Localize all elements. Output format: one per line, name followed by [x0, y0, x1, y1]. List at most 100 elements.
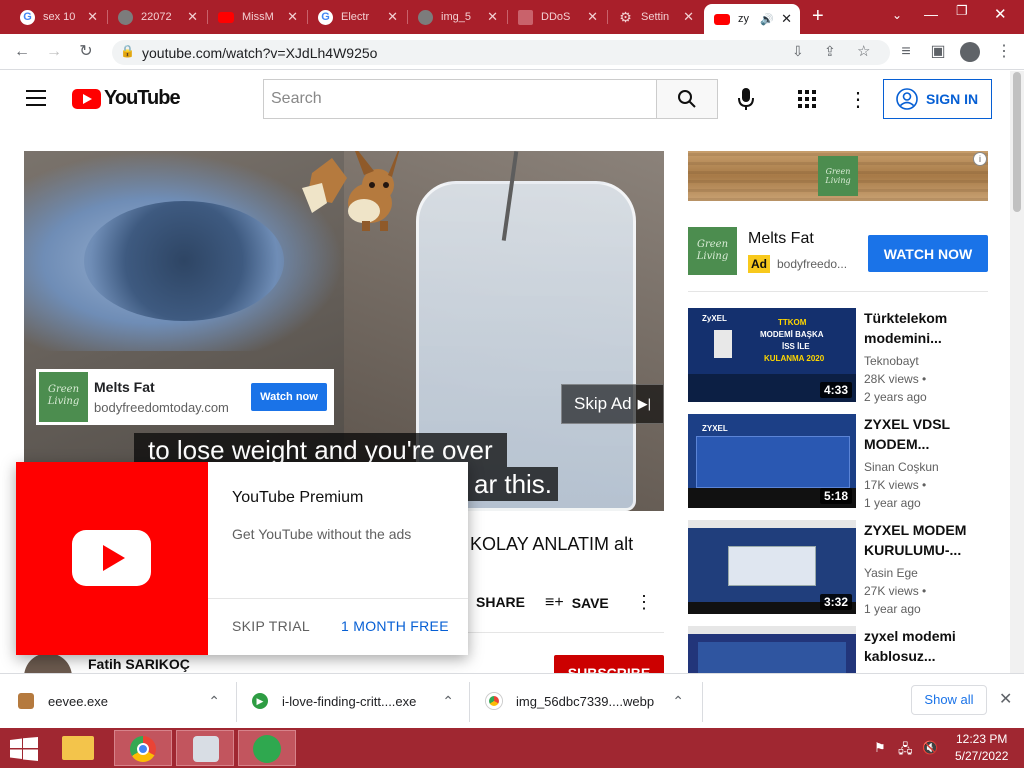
related-video-title[interactable]: ZYXEL MODEM KURULUMU-... [864, 520, 988, 560]
new-tab-button[interactable]: + [812, 5, 824, 28]
clock-time[interactable]: 12:23 PM [956, 732, 1007, 746]
reading-list-icon[interactable]: ≡ [896, 42, 916, 62]
chrome-taskbar[interactable] [114, 730, 172, 766]
side-ad-logo[interactable]: Green Living [688, 227, 737, 275]
side-panel-icon[interactable]: ▣ [928, 42, 948, 62]
file-explorer-taskbar[interactable] [50, 730, 108, 766]
related-video-title[interactable]: zyxel modemi kablosuz... [864, 626, 988, 666]
back-icon[interactable]: ← [12, 42, 32, 62]
related-video-title[interactable]: Türktelekom modemini... [864, 308, 988, 348]
show-all-button[interactable]: Show all [911, 685, 987, 715]
close-tab-icon[interactable]: ✕ [187, 9, 198, 25]
browser-tab-5[interactable]: img_5 ✕ [408, 4, 506, 30]
browser-tab-3[interactable]: MissM ✕ [208, 4, 306, 30]
tab-search-icon[interactable]: ⌄ [892, 8, 902, 22]
chevron-up-icon[interactable]: ⌃ [442, 693, 454, 710]
video-player[interactable]: Green Living Melts Fat bodyfreedomtoday.… [24, 151, 664, 511]
windows-start-icon[interactable] [10, 737, 38, 761]
settings-kebab-icon[interactable]: ⋮ [848, 87, 868, 112]
browser-tab-7[interactable]: ⚙ Settin ✕ [608, 4, 702, 30]
clock-date[interactable]: 5/27/2022 [955, 749, 1008, 763]
ad-info-icon[interactable]: i [973, 152, 987, 166]
ad-watch-now-button[interactable]: Watch now [251, 383, 327, 411]
address-bar[interactable]: 🔒 youtube.com/watch?v=XJdLh4W925o ⇩ ⇪ ☆ [112, 40, 890, 65]
share-icon[interactable]: ⇪ [824, 43, 836, 60]
channel-name[interactable]: Fatih SARIKOÇ [88, 656, 190, 672]
forward-icon[interactable]: → [44, 42, 64, 62]
install-icon[interactable]: ⇩ [792, 43, 804, 60]
download-item[interactable]: eevee.exe ⌃ [18, 674, 234, 728]
download-item[interactable]: img_56dbc7339....webp ⌃ [486, 674, 698, 728]
upload-age: 1 year ago [864, 496, 921, 510]
sign-in-button[interactable]: SIGN IN [883, 79, 992, 119]
close-tab-icon[interactable]: ✕ [587, 9, 598, 25]
reload-icon[interactable]: ↻ [76, 42, 96, 62]
video-thumbnail[interactable]: 3:32 [688, 520, 856, 614]
video-thumbnail[interactable]: ZyXEL TTKOM MODEMİ BAŞKA İSS İLE KULANMA… [688, 308, 856, 402]
close-window-button[interactable]: ✕ [994, 5, 1007, 23]
action-center-flag-icon[interactable]: ⚑ [874, 740, 886, 756]
microphone-icon[interactable] [738, 87, 754, 111]
search-input[interactable]: Search [263, 79, 656, 119]
close-tab-icon[interactable]: ✕ [387, 9, 398, 25]
scrollbar-thumb[interactable] [1013, 72, 1021, 212]
minimize-button[interactable]: — [924, 6, 938, 22]
search-button[interactable] [656, 79, 718, 119]
browser-tab-2[interactable]: 22072 ✕ [108, 4, 206, 30]
related-video[interactable]: ZYXEL 5:18 ZYXEL VDSL MODEM... Sinan Coş… [688, 414, 988, 510]
hamburger-menu-icon[interactable] [26, 90, 46, 106]
side-ad-title[interactable]: Melts Fat [748, 230, 814, 248]
save-button[interactable]: ≡+ SAVE [545, 594, 609, 612]
menu-kebab-icon[interactable]: ⋮ [994, 42, 1014, 62]
tab-title: Settin [641, 11, 670, 23]
browser-tab-6[interactable]: DDoS ✕ [508, 4, 606, 30]
apps-grid-icon[interactable] [798, 90, 816, 108]
related-video[interactable]: ZyXEL TTKOM MODEMİ BAŞKA İSS İLE KULANMA… [688, 308, 988, 404]
related-video[interactable]: 3:32 ZYXEL MODEM KURULUMU-... Yasin Ege … [688, 520, 988, 616]
download-item[interactable]: ▶ i-love-finding-critt....exe ⌃ [252, 674, 468, 728]
video-ad-overlay[interactable]: Green Living Melts Fat bodyfreedomtoday.… [36, 369, 334, 425]
close-tab-icon[interactable]: ✕ [781, 11, 792, 27]
youtube-logo[interactable]: YouTube [72, 87, 181, 110]
video-thumbnail[interactable]: ZYXEL 5:18 [688, 414, 856, 508]
game-taskbar[interactable] [238, 730, 296, 766]
speaker-icon[interactable]: 🔊 [760, 13, 774, 26]
more-actions-icon[interactable]: ⋮ [635, 592, 653, 613]
video-thumbnail[interactable] [688, 626, 856, 673]
month-free-button[interactable]: 1 MONTH FREE [341, 618, 449, 634]
thumb-browser-bar [688, 520, 856, 528]
channel-name[interactable]: Yasin Ege [864, 566, 918, 580]
close-tab-icon[interactable]: ✕ [683, 9, 694, 25]
restore-button[interactable]: ❐ [956, 3, 968, 19]
channel-name[interactable]: Teknobayt [864, 354, 919, 368]
close-tab-icon[interactable]: ✕ [87, 9, 98, 25]
close-download-bar-icon[interactable]: ✕ [999, 689, 1012, 709]
profile-icon[interactable] [960, 42, 980, 62]
url-text[interactable]: youtube.com/watch?v=XJdLh4W925o [142, 45, 377, 61]
banner-ad[interactable]: Green Living i [688, 151, 988, 201]
browser-tab-1[interactable]: G sex 10 ✕ [10, 4, 106, 30]
sidebar-divider [688, 291, 988, 292]
thumb-text: TTKOM [778, 318, 807, 327]
browser-tab-4[interactable]: G Electr ✕ [308, 4, 406, 30]
skip-ad-button[interactable]: Skip Ad ▶| [561, 384, 664, 424]
close-tab-icon[interactable]: ✕ [487, 9, 498, 25]
network-icon[interactable]: 🖧 [898, 740, 913, 762]
game-icon [253, 735, 281, 763]
installer-taskbar[interactable] [176, 730, 234, 766]
related-video-title[interactable]: ZYXEL VDSL MODEM... [864, 414, 988, 454]
close-tab-icon[interactable]: ✕ [287, 9, 298, 25]
skip-trial-button[interactable]: SKIP TRIAL [232, 618, 310, 634]
channel-name[interactable]: Sinan Coşkun [864, 460, 939, 474]
chevron-up-icon[interactable]: ⌃ [208, 693, 220, 710]
thumb-brand: ZyXEL [702, 314, 727, 323]
thumb-screen [698, 642, 846, 673]
youtube-icon [714, 13, 730, 25]
browser-tab-active[interactable]: zy 🔊 ✕ [704, 4, 800, 34]
side-ad-watch-button[interactable]: WATCH NOW [868, 235, 988, 272]
volume-muted-icon[interactable]: 🔇 [922, 740, 938, 756]
related-video[interactable]: zyxel modemi kablosuz... [688, 626, 988, 673]
bookmark-star-icon[interactable]: ☆ [857, 42, 870, 60]
premium-popup: YouTube Premium Get YouTube without the … [16, 462, 468, 655]
chevron-up-icon[interactable]: ⌃ [672, 693, 684, 710]
